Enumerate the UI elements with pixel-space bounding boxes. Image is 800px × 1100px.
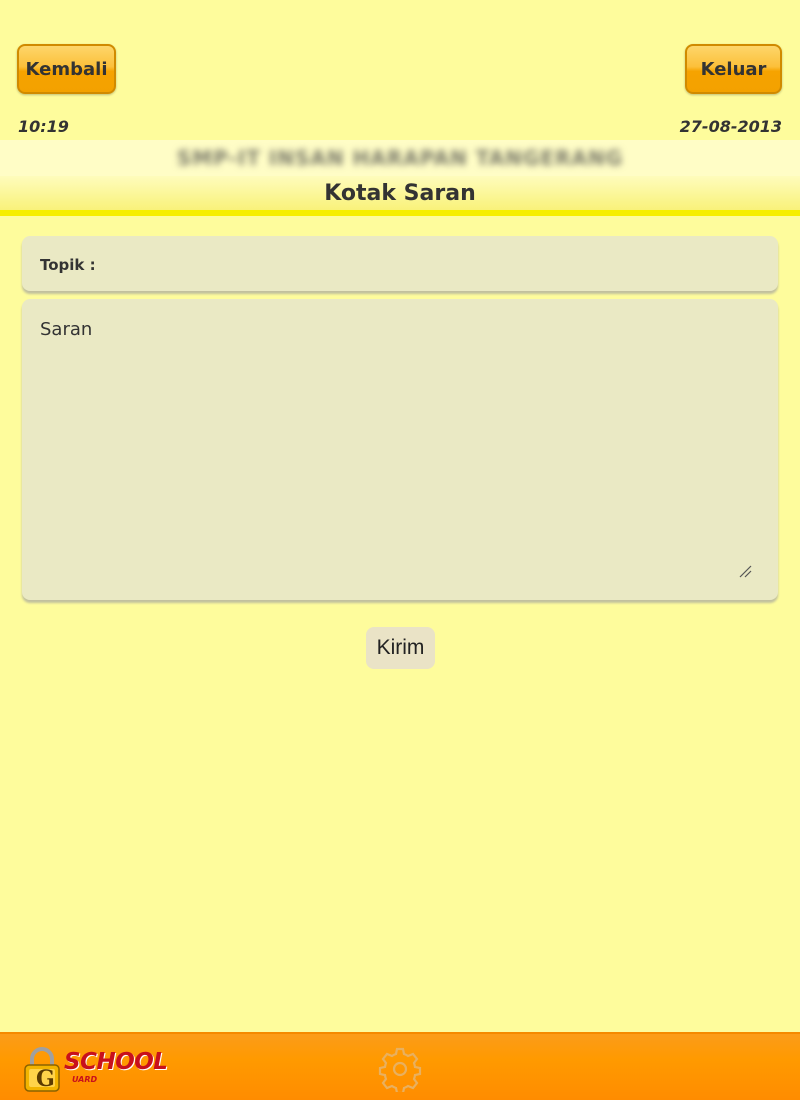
back-button[interactable]: Kembali <box>17 44 116 94</box>
suggestion-field <box>22 299 778 600</box>
school-name: SMP-IT INSAN HARAPAN TANGERANG <box>176 146 624 170</box>
page-title: Kotak Saran <box>324 180 476 206</box>
page-header: Kotak Saran <box>0 176 800 210</box>
header-divider <box>0 210 800 216</box>
footer-divider <box>0 1032 800 1034</box>
back-button-label: Kembali <box>25 58 108 80</box>
logout-button-label: Keluar <box>700 58 767 80</box>
submit-button-label: Kirim <box>376 636 425 659</box>
gear-icon[interactable] <box>377 1046 423 1092</box>
topic-label: Topik : <box>40 256 96 274</box>
logo-text: SCHOOL <box>64 1049 168 1075</box>
logout-button[interactable]: Keluar <box>685 44 782 94</box>
suggestion-textarea[interactable] <box>32 309 770 599</box>
schoolguard-logo: G SCHOOL UARD <box>22 1046 168 1094</box>
current-time: 10:19 <box>18 117 69 136</box>
logo-letter: G <box>36 1066 55 1092</box>
resize-grip-icon[interactable] <box>738 564 752 578</box>
topic-input[interactable] <box>127 246 771 283</box>
current-date: 27-08-2013 <box>679 117 782 136</box>
submit-button[interactable]: Kirim <box>366 627 435 669</box>
topic-field: Topik : <box>22 236 778 291</box>
school-banner: SMP-IT INSAN HARAPAN TANGERANG <box>0 140 800 176</box>
logo-subtext: UARD <box>72 1075 98 1084</box>
